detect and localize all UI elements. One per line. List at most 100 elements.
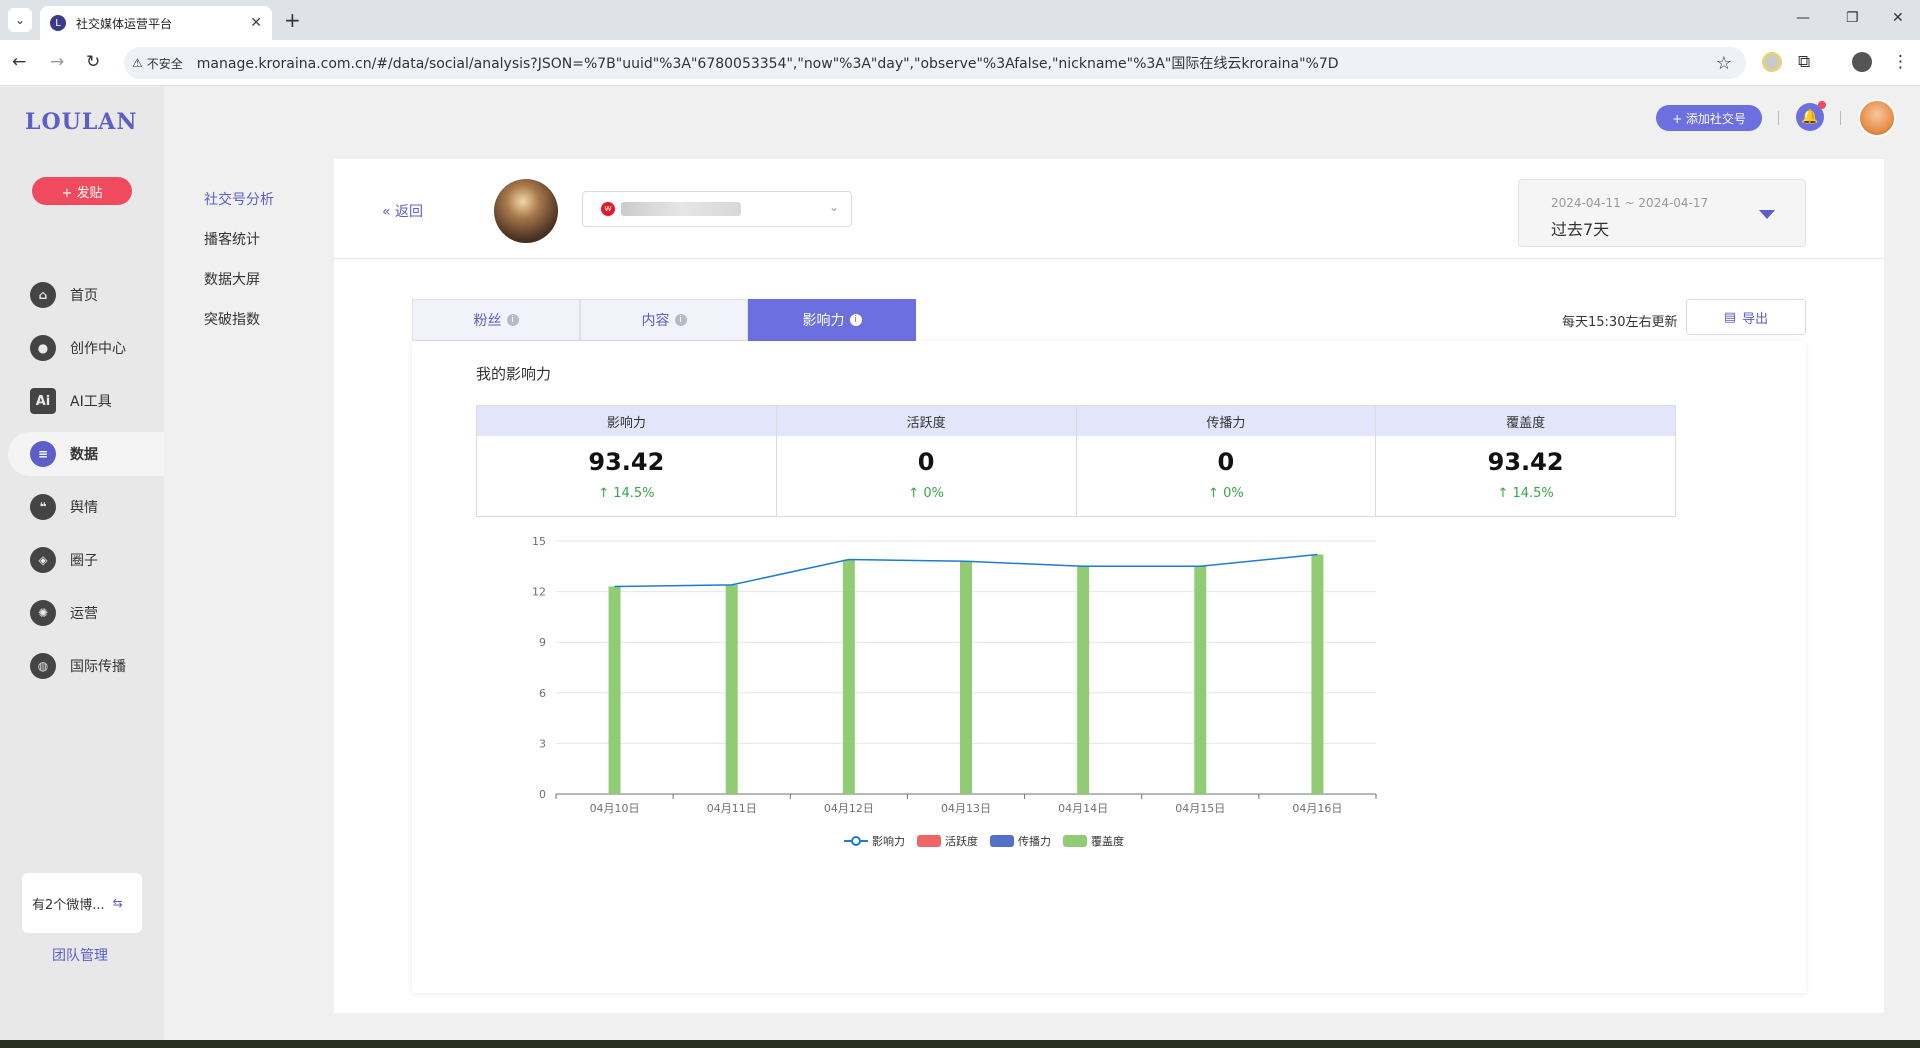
new-tab-button[interactable]: + xyxy=(284,8,301,32)
metric-spread: 传播力 0 ↑ 0% xyxy=(1076,406,1377,516)
sidebar-item-label: 国际传播 xyxy=(70,659,126,675)
forward-arrow-icon[interactable]: → xyxy=(50,52,64,72)
metric-coverage: 覆盖度 93.42 ↑ 14.5% xyxy=(1376,406,1675,516)
sidebar-item-sentiment[interactable]: ❝ 舆情 xyxy=(8,485,164,529)
metric-label: 活跃度 xyxy=(776,406,1076,436)
account-name-blurred xyxy=(621,202,741,216)
extensions-puzzle-icon[interactable]: ⧉ xyxy=(1798,52,1810,72)
network-icon: ✺ xyxy=(30,600,56,626)
y-tick-label: 15 xyxy=(532,535,546,548)
extension-icon[interactable] xyxy=(1762,52,1782,72)
back-link[interactable]: « 返回 xyxy=(382,201,423,221)
bar-coverage xyxy=(608,586,621,794)
tab-influence[interactable]: 影响力 i xyxy=(748,299,916,341)
y-tick-label: 6 xyxy=(539,687,546,700)
sidebar-item-label: 数据 xyxy=(70,447,98,463)
sidebar-item-label: 圈子 xyxy=(70,553,98,569)
sidebar-item-home[interactable]: ⌂ 首页 xyxy=(8,273,164,317)
app-logo[interactable]: LOULAN xyxy=(25,109,137,135)
sync-icon[interactable]: ⇆ xyxy=(113,896,123,910)
update-schedule-text: 每天15:30左右更新 xyxy=(1562,315,1678,330)
tab-list-button[interactable]: ⌄ xyxy=(8,8,32,32)
sidebar-item-label: AI工具 xyxy=(70,394,112,410)
legend-swatch-marker xyxy=(851,836,861,846)
info-icon[interactable]: i xyxy=(674,314,687,326)
sidebar-item-ai-tools[interactable]: Ai AI工具 xyxy=(8,379,164,423)
legend-label: 影响力 xyxy=(872,835,905,848)
x-tick-label: 04月16日 xyxy=(1292,802,1342,815)
user-avatar[interactable] xyxy=(1858,99,1896,137)
close-window-button[interactable]: ✕ xyxy=(1892,10,1904,26)
date-range-picker[interactable]: 2024-04-11 ~ 2024-04-17 过去7天 xyxy=(1518,179,1806,247)
y-tick-label: 0 xyxy=(539,788,546,801)
x-tick-label: 04月11日 xyxy=(707,802,757,815)
card-title: 我的影响力 xyxy=(476,365,552,383)
bar-coverage xyxy=(1311,554,1324,794)
sidebar-item-international[interactable]: ◍ 国际传播 xyxy=(8,644,164,688)
tab-content[interactable]: 内容 i xyxy=(580,299,748,341)
legend-swatch xyxy=(917,835,941,847)
minimize-button[interactable]: — xyxy=(1796,10,1810,26)
browser-tab-bar: ⌄ L 社交媒体运营平台 ✕ + — ❐ ✕ xyxy=(0,0,1920,40)
security-indicator[interactable]: ⚠ 不安全 xyxy=(132,55,183,72)
profile-icon[interactable] xyxy=(1852,52,1872,72)
team-management-link[interactable]: 团队管理 xyxy=(52,945,108,965)
subnav-podcast-stats[interactable]: 播客统计 xyxy=(204,229,260,249)
legend-swatch xyxy=(990,835,1014,847)
sidebar-item-label: 首页 xyxy=(70,288,98,304)
browser-tab[interactable]: L 社交媒体运营平台 ✕ xyxy=(40,6,272,40)
metric-label: 覆盖度 xyxy=(1376,406,1675,436)
tab-close-icon[interactable]: ✕ xyxy=(250,15,262,31)
date-preset-label: 过去7天 xyxy=(1551,220,1610,239)
weibo-note-text: 有2个微博... xyxy=(32,897,105,913)
info-icon[interactable]: i xyxy=(506,314,519,326)
account-select[interactable]: w ⌄ xyxy=(582,191,852,227)
metric-value: 93.42 xyxy=(588,448,665,476)
sidebar-item-circle[interactable]: ◈ 圈子 xyxy=(8,538,164,582)
tab-title: 社交媒体运营平台 xyxy=(76,16,173,31)
legend-label: 覆盖度 xyxy=(1091,834,1124,848)
x-tick-label: 04月15日 xyxy=(1175,802,1225,815)
y-tick-label: 12 xyxy=(532,586,546,599)
tab-label: 影响力 xyxy=(802,313,845,329)
quote-icon: ❝ xyxy=(30,494,56,520)
x-tick-label: 04月12日 xyxy=(824,802,874,815)
sidebar-item-label: 舆情 xyxy=(70,500,98,516)
subnav-breakthrough-index[interactable]: 突破指数 xyxy=(204,309,260,329)
url-field[interactable]: ⚠ 不安全 manage.kroraina.com.cn/#/data/soci… xyxy=(124,47,1746,79)
metric-value: 93.42 xyxy=(1487,448,1564,476)
weibo-icon: w xyxy=(601,202,615,216)
back-arrow-icon[interactable]: ← xyxy=(12,52,26,72)
restore-button[interactable]: ❐ xyxy=(1846,10,1859,26)
y-tick-label: 9 xyxy=(539,636,546,649)
menu-dots-icon[interactable]: ⋮ xyxy=(1892,52,1909,72)
date-range-text: 2024-04-11 ~ 2024-04-17 xyxy=(1551,196,1709,210)
notification-dot xyxy=(1818,101,1826,109)
app-root: LOULAN + 发贴 ⌂ 首页 ● 创作中心 Ai AI工具 ≡ 数据 ❝ 舆… xyxy=(0,87,1920,1040)
tab-fans[interactable]: 粉丝 i xyxy=(412,299,580,341)
subnav-social-analysis[interactable]: 社交号分析 xyxy=(204,189,274,209)
influence-chart: 0 3 6 9 12 15 04月10日 04月11日 04月12日 04月13日 04月14日 04… xyxy=(532,535,1377,848)
add-social-account-button[interactable]: + 添加社交号 xyxy=(1656,105,1762,131)
os-taskbar xyxy=(0,1040,1920,1048)
sidebar-item-data[interactable]: ≡ 数据 xyxy=(8,432,164,476)
site-favicon-icon: L xyxy=(50,15,66,31)
reload-icon[interactable]: ↻ xyxy=(86,52,100,72)
legend-label: 活跃度 xyxy=(945,834,978,848)
info-icon[interactable]: i xyxy=(849,314,862,326)
metric-tabs: 粉丝 i 内容 i 影响力 i xyxy=(412,299,916,341)
divider xyxy=(1778,111,1779,125)
metric-label: 传播力 xyxy=(1076,406,1376,436)
sidebar-item-creation[interactable]: ● 创作中心 xyxy=(8,326,164,370)
sidebar-item-operations[interactable]: ✺ 运营 xyxy=(8,591,164,635)
caret-down-icon xyxy=(1759,210,1775,219)
weibo-accounts-note[interactable]: 有2个微博... ⇆ xyxy=(22,873,142,933)
metrics-table: 影响力 93.42 ↑ 14.5% 活跃度 0 ↑ 0% 传播力 0 ↑ 0% … xyxy=(476,405,1676,517)
chevron-down-icon: ⌄ xyxy=(828,200,839,214)
subnav-data-screen[interactable]: 数据大屏 xyxy=(204,269,260,289)
export-button[interactable]: ▤ 导出 xyxy=(1686,299,1806,335)
legend-swatch xyxy=(1063,835,1087,847)
post-button[interactable]: + 发贴 xyxy=(32,177,132,205)
bookmark-star-icon[interactable]: ☆ xyxy=(1716,53,1732,74)
palette-icon: ● xyxy=(30,335,56,361)
